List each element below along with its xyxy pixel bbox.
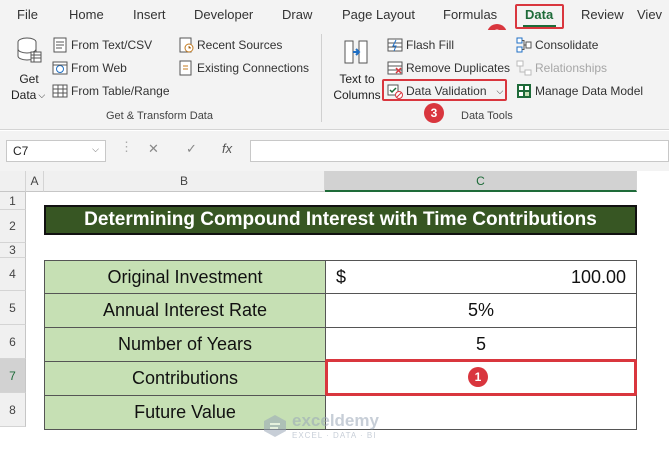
existing-connections-label: Existing Connections [197, 61, 310, 75]
data-tools-group-label: Data Tools [461, 110, 513, 122]
data-model-icon [517, 84, 531, 98]
more-options-icon: ⋮ [120, 139, 133, 154]
label-cell-contributions[interactable]: Contributions [44, 361, 326, 396]
select-all-corner[interactable] [0, 171, 26, 192]
tab-file[interactable]: File [17, 7, 38, 22]
insert-function-icon[interactable]: fx [222, 141, 232, 156]
row-header-3[interactable]: 3 [0, 243, 26, 258]
chevron-down-icon: ⌵ [38, 89, 46, 100]
tab-review[interactable]: Review [581, 7, 624, 22]
exceldemy-watermark: exceldemy EXCEL · DATA · BI [262, 411, 379, 440]
tab-page-layout[interactable]: Page Layout [342, 7, 415, 22]
ribbon-tabs: File Home Insert Developer Draw Page Lay… [0, 0, 669, 30]
get-transform-group-label: Get & Transform Data [106, 110, 213, 122]
value-cell-annual-interest-rate[interactable]: 5% [325, 293, 637, 328]
remove-duplicates-icon [387, 61, 403, 75]
consolidate-button[interactable]: Consolidate [516, 37, 598, 53]
text-to-columns-line2: Columns [333, 88, 381, 102]
flash-fill-label: Flash Fill [406, 38, 455, 52]
tab-view[interactable]: Viev [637, 7, 662, 22]
cancel-icon[interactable]: ✕ [148, 141, 159, 157]
connections-icon [179, 60, 192, 76]
from-text-csv-label: From Text/CSV [71, 38, 153, 52]
column-header-a[interactable]: A [26, 171, 44, 192]
row-header-6[interactable]: 6 [0, 325, 26, 359]
existing-connections-button[interactable]: Existing Connections [178, 60, 309, 76]
remove-duplicates-button[interactable]: Remove Duplicates [387, 60, 510, 76]
consolidate-icon [516, 37, 532, 53]
row-header-7[interactable]: 7 [0, 359, 26, 393]
step-badge-3: 3 [424, 103, 444, 123]
recent-sources-label: Recent Sources [197, 38, 283, 52]
get-data-label-line2: Data [11, 88, 37, 102]
from-web-label: From Web [71, 61, 127, 75]
name-box-value: C7 [13, 144, 29, 158]
ribbon: Get Data ⌵ From Text/CSV From Web From T… [0, 30, 669, 130]
ribbon-group-separator [321, 34, 322, 122]
from-table-range-button[interactable]: From Table/Range [52, 83, 170, 99]
remove-duplicates-label: Remove Duplicates [406, 61, 511, 75]
label-cell-annual-interest-rate[interactable]: Annual Interest Rate [44, 293, 326, 328]
text-to-columns-icon [344, 40, 368, 64]
database-icon [17, 37, 42, 63]
excel-window: File Home Insert Developer Draw Page Lay… [0, 0, 669, 461]
flash-fill-icon [387, 38, 403, 52]
recent-sources-icon [179, 37, 194, 53]
from-table-range-label: From Table/Range [71, 84, 170, 98]
original-investment-value: 100.00 [570, 267, 626, 287]
row-header-5[interactable]: 5 [0, 291, 26, 325]
consolidate-label: Consolidate [535, 38, 599, 52]
formula-input[interactable] [250, 140, 669, 162]
label-cell-original-investment[interactable]: Original Investment [44, 260, 326, 294]
data-validation-highlight [382, 79, 507, 101]
row-header-1[interactable]: 1 [0, 192, 26, 210]
row-header-4[interactable]: 4 [0, 258, 26, 291]
text-file-icon [53, 37, 67, 53]
watermark-name: exceldemy [292, 411, 379, 430]
manage-data-model-button[interactable]: Manage Data Model [516, 83, 643, 99]
flash-fill-button[interactable]: Flash Fill [387, 37, 454, 53]
text-to-columns-line1: Text to [339, 72, 375, 86]
manage-data-model-label: Manage Data Model [535, 84, 644, 98]
value-cell-number-of-years[interactable]: 5 [325, 327, 637, 362]
from-text-csv-button[interactable]: From Text/CSV [52, 37, 152, 53]
relationships-icon [516, 60, 532, 76]
web-icon [52, 61, 68, 75]
step-badge-1: 1 [468, 367, 488, 387]
enter-check-icon[interactable]: ✓ [186, 141, 197, 157]
column-header-b[interactable]: B [44, 171, 325, 192]
watermark-tagline: EXCEL · DATA · BI [292, 431, 377, 440]
data-tab-highlight [515, 4, 564, 29]
label-cell-number-of-years[interactable]: Number of Years [44, 327, 326, 362]
from-web-button[interactable]: From Web [52, 60, 127, 76]
sheet-title-cell[interactable]: Determining Compound Interest with Time … [44, 205, 637, 235]
recent-sources-button[interactable]: Recent Sources [178, 37, 282, 53]
formula-bar: C7 ⌵ ⋮ ✕ ✓ fx [0, 131, 669, 171]
tab-home[interactable]: Home [69, 7, 104, 22]
get-data-button[interactable]: Get Data ⌵ [8, 36, 50, 104]
tab-formulas[interactable]: Formulas [443, 7, 497, 22]
tab-developer[interactable]: Developer [194, 7, 253, 22]
row-header-8[interactable]: 8 [0, 393, 26, 427]
chevron-down-icon: ⌵ [92, 144, 99, 154]
column-header-c[interactable]: C [325, 171, 637, 192]
value-cell-original-investment[interactable]: $ 100.00 [325, 260, 637, 294]
text-to-columns-button[interactable]: Text to Columns [332, 36, 382, 104]
tab-draw[interactable]: Draw [282, 7, 312, 22]
name-box[interactable]: C7 ⌵ [6, 140, 106, 162]
get-data-label-line1: Get [19, 72, 39, 86]
exceldemy-logo-icon [264, 414, 286, 437]
relationships-button[interactable]: Relationships [516, 60, 607, 76]
tab-insert[interactable]: Insert [133, 7, 166, 22]
table-icon [52, 84, 68, 98]
row-header-2[interactable]: 2 [0, 210, 26, 243]
relationships-label: Relationships [535, 61, 608, 75]
currency-symbol: $ [336, 267, 347, 287]
